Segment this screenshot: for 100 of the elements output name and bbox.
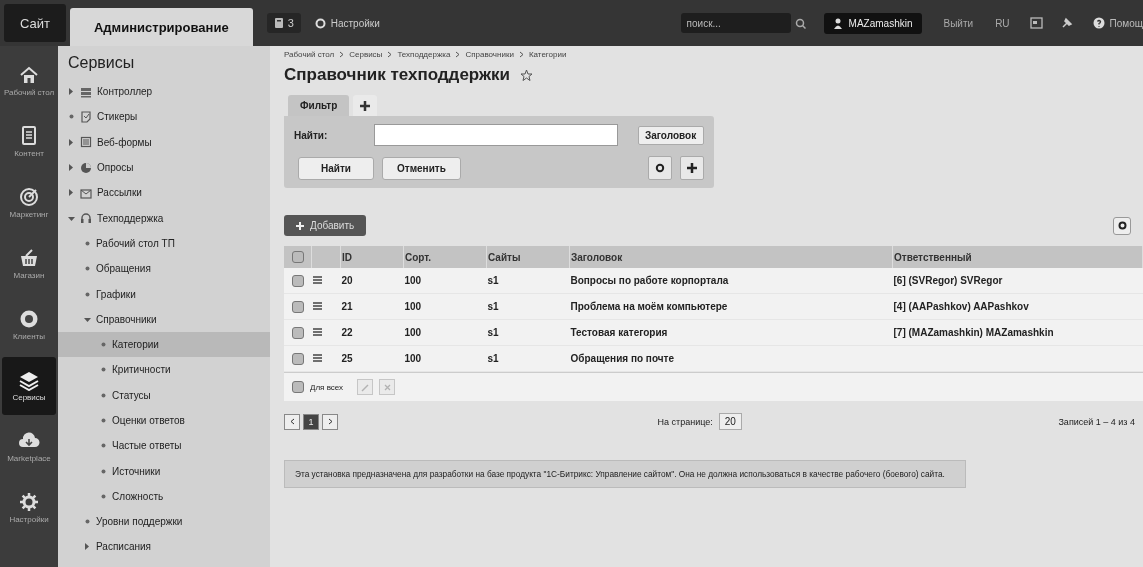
notifications-button[interactable]: 3	[266, 13, 301, 33]
column-header[interactable]: Ответственный	[892, 246, 1143, 268]
rail-item[interactable]: Магазин	[2, 235, 56, 293]
help-link[interactable]: Помощ	[1092, 17, 1143, 29]
help-icon	[1092, 17, 1105, 29]
breadcrumb-link[interactable]: Справочники	[465, 50, 514, 59]
per-page-select[interactable]: 20	[718, 413, 742, 430]
menu-item-label: Техподдержка	[97, 212, 164, 224]
chevron-left-icon	[289, 418, 295, 425]
checkbox[interactable]	[292, 352, 304, 365]
menu-item[interactable]: Статусы	[58, 382, 270, 408]
filter-tab[interactable]: Фильтр	[288, 95, 350, 116]
page-button[interactable]: 1	[303, 413, 319, 430]
rail-item[interactable]: Маркетинг	[2, 174, 56, 232]
checkbox[interactable]	[292, 274, 304, 287]
logout-link[interactable]: Выйти	[943, 17, 974, 29]
menu-item[interactable]: Опросы	[58, 154, 270, 181]
layers-icon	[18, 369, 40, 392]
star-icon[interactable]	[520, 68, 534, 82]
checkbox[interactable]	[292, 251, 304, 264]
menu-icon[interactable]	[312, 302, 322, 310]
headset-icon	[80, 212, 92, 225]
field-select[interactable]: Заголовок	[638, 125, 704, 145]
rail-item[interactable]: Клиенты	[2, 296, 56, 354]
bullet-icon	[85, 519, 90, 525]
search-icon[interactable]	[794, 17, 806, 29]
add-field-button[interactable]	[680, 156, 704, 180]
pencil-icon	[360, 382, 370, 392]
bullet-icon	[85, 266, 90, 272]
settings-link[interactable]: Настройки	[314, 17, 380, 29]
menu-icon[interactable]	[312, 276, 322, 284]
previous-page-button[interactable]	[284, 413, 300, 430]
bullet-icon	[101, 342, 106, 348]
menu-item[interactable]: Сложность	[58, 483, 270, 510]
pie-icon	[80, 161, 92, 174]
chevron-right-icon	[387, 51, 393, 58]
menu-item-label: Справочники	[96, 313, 157, 325]
column-header[interactable]: Заголовок	[569, 246, 893, 268]
rail-item[interactable]: Настройки	[2, 479, 56, 537]
checkbox[interactable]	[292, 300, 304, 313]
menu-item-label: Обращения	[96, 263, 151, 275]
cancel-button[interactable]: Отменить	[382, 156, 461, 180]
table-cell: 25	[340, 345, 404, 372]
menu-item-label: Графики	[96, 288, 136, 300]
menu-item[interactable]: Контроллер	[58, 79, 270, 105]
table-settings-button[interactable]	[1113, 216, 1131, 235]
menu-item[interactable]: Расписания	[58, 534, 270, 560]
menu-icon[interactable]	[312, 328, 322, 336]
rail-item[interactable]: Сервисы	[2, 357, 56, 415]
menu-item[interactable]: Источники	[58, 458, 270, 484]
menu-item[interactable]: Оценки ответов	[58, 407, 270, 434]
menu-item[interactable]: Рассылки	[58, 180, 270, 206]
user-button[interactable]: MAZamashkin	[823, 12, 922, 34]
breadcrumb-link[interactable]: Техподдержка	[397, 50, 451, 59]
breadcrumb-link[interactable]: Сервисы	[349, 50, 383, 59]
next-page-button[interactable]	[322, 413, 338, 430]
menu-icon[interactable]	[312, 354, 322, 362]
notification-icon	[273, 17, 284, 29]
chevron-right-icon	[327, 418, 333, 425]
add-button[interactable]: Добавить	[284, 215, 367, 236]
menu-item[interactable]: Частые ответы	[58, 433, 270, 459]
window-icon[interactable]	[1029, 17, 1043, 29]
menu-item[interactable]: Веб-формы	[58, 129, 270, 155]
breadcrumb-link[interactable]: Категории	[528, 50, 567, 59]
gear-icon	[18, 491, 40, 514]
filter-settings-button[interactable]	[648, 156, 672, 180]
menu-item[interactable]: Обращения	[58, 256, 270, 282]
language-select[interactable]: RU	[995, 17, 1010, 29]
breadcrumb-link[interactable]: Рабочий стол	[284, 50, 335, 59]
gear-icon	[1117, 221, 1127, 230]
menu-item[interactable]: Категории	[58, 331, 270, 358]
column-header[interactable]: Сорт.	[403, 246, 487, 268]
rail-item[interactable]: Контент	[2, 113, 56, 171]
user-icon	[832, 17, 843, 29]
table-cell: 100	[403, 268, 487, 294]
menu-item[interactable]: Графики	[58, 281, 270, 307]
top-tab[interactable]: Сайт	[4, 4, 66, 42]
find-button[interactable]: Найти	[298, 156, 374, 180]
menu-item[interactable]: Техподдержка	[58, 205, 270, 231]
menu-item[interactable]: Стикеры	[58, 104, 270, 130]
column-header[interactable]: ID	[340, 246, 404, 268]
form-icon	[80, 136, 92, 149]
per-page-label: На странице:	[657, 416, 713, 427]
pin-icon[interactable]	[1060, 17, 1073, 29]
menu-item[interactable]: Уровни поддержки	[58, 509, 270, 535]
menu-item[interactable]: Справочники	[58, 306, 270, 332]
find-input[interactable]	[374, 124, 618, 146]
menu-item[interactable]: Критичности	[58, 357, 270, 383]
chevron-right-icon	[339, 51, 345, 58]
for-all-label: Для всех	[310, 382, 344, 392]
rail-item[interactable]: Marketplace	[2, 418, 56, 476]
rail-item[interactable]: Рабочий стол	[2, 52, 56, 110]
top-tab[interactable]: Администрирование	[70, 8, 253, 46]
add-filter-tab[interactable]	[353, 95, 378, 116]
search-field[interactable]: поиск...	[680, 13, 791, 33]
checkbox[interactable]	[292, 381, 304, 393]
column-header[interactable]: Сайты	[486, 246, 570, 268]
menu-item[interactable]: Рабочий стол ТП	[58, 230, 270, 257]
checkbox[interactable]	[292, 326, 304, 339]
plus-icon	[360, 100, 371, 111]
